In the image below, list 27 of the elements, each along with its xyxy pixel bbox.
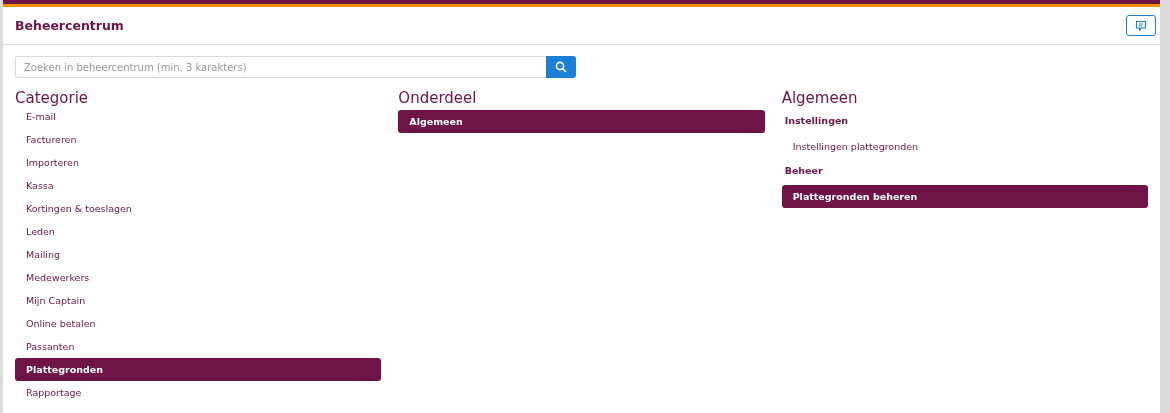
chat-icon — [1135, 19, 1147, 32]
category-item[interactable]: Kassa — [15, 174, 382, 197]
setting-link[interactable]: Instellingen plattegronden — [781, 135, 1148, 158]
category-item[interactable]: Passanten — [15, 335, 382, 358]
category-item[interactable]: Mailing — [15, 243, 382, 266]
page-title: Beheercentrum — [15, 18, 124, 33]
group-heading: Instellingen — [783, 114, 850, 128]
category-item[interactable]: Kortingen & toeslagen — [15, 197, 382, 220]
column-title: Categorie — [15, 88, 90, 108]
category-item[interactable]: Mijn Captain — [15, 289, 382, 312]
search-field[interactable]: Zoeken in beheercentrum (min. 3 karakters) — [15, 56, 546, 78]
category-item[interactable]: Online betalen — [15, 312, 382, 335]
search-icon — [555, 61, 567, 73]
group-heading: Beheer — [783, 164, 824, 178]
column-title: Algemeen — [781, 88, 859, 108]
setting-link[interactable]: Plattegronden beheren — [781, 185, 1148, 208]
section-item[interactable]: Algemeen — [398, 110, 765, 133]
category-item[interactable]: Factureren — [15, 128, 382, 151]
feedback-button[interactable] — [1126, 15, 1156, 36]
search-button[interactable] — [546, 56, 576, 78]
category-item[interactable]: Importeren — [15, 151, 382, 174]
column-title: Onderdeel — [398, 88, 478, 108]
category-item[interactable]: Plattegronden — [15, 358, 382, 381]
category-item[interactable]: Leden — [15, 220, 382, 243]
category-item[interactable]: E-mail — [15, 105, 382, 128]
category-item[interactable]: Rapportage — [15, 381, 382, 404]
category-item[interactable]: Medewerkers — [15, 266, 382, 289]
